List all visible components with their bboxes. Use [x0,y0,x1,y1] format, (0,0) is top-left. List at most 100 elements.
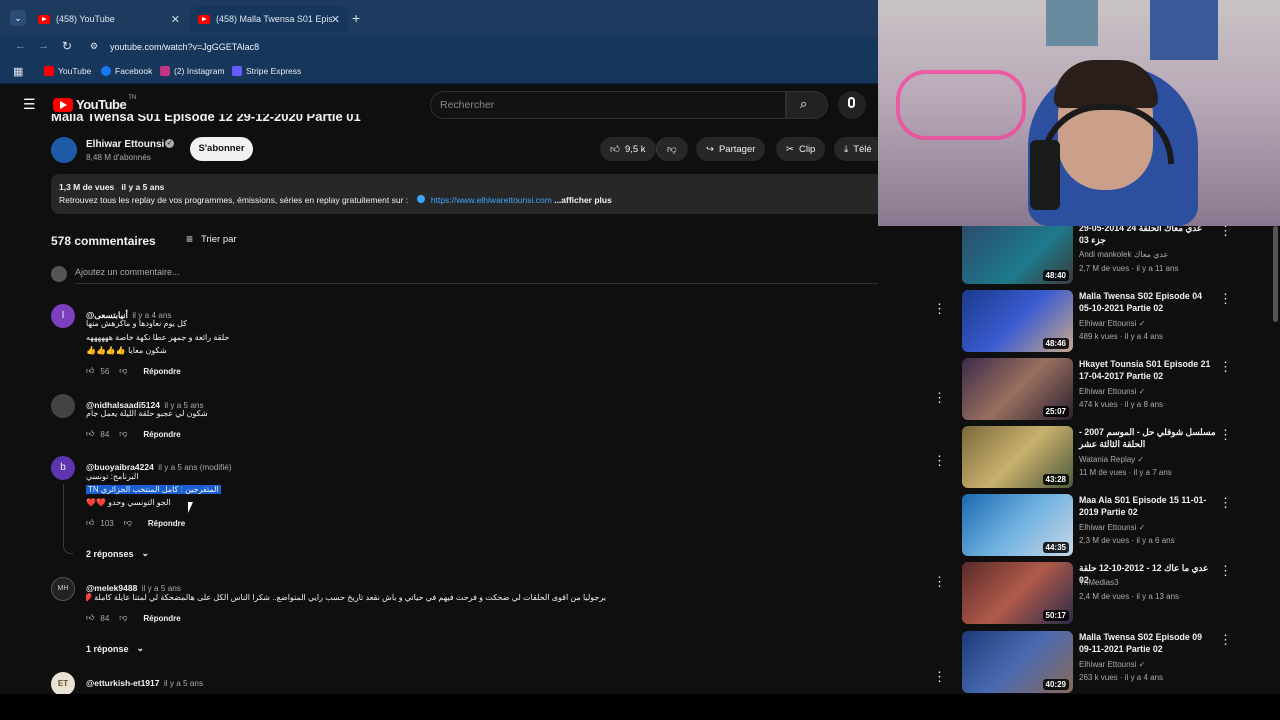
reply-button[interactable]: Répondre [148,519,185,528]
comment-more-icon[interactable] [933,390,946,406]
video-more-icon[interactable] [1219,632,1232,648]
scissors-icon: ✂ [786,143,794,155]
back-icon[interactable]: ← [15,40,26,52]
bookmark-youtube[interactable]: YouTube [44,66,91,76]
comment-avatar[interactable]: I [51,304,75,328]
voice-search-button[interactable] [838,91,866,119]
channel-avatar[interactable] [51,137,77,163]
video-thumbnail[interactable]: 50:17 [962,562,1073,624]
video-channel[interactable]: Elhiwar Ettounsi ✓ [1079,523,1145,532]
video-title: Malla Twensa S01 Episode 12 29-12-2020 P… [51,114,361,124]
video-thumbnail[interactable]: 25:07 [962,358,1073,420]
thumbs-down-icon: 👎︎ [667,144,677,155]
neon-light [896,70,1026,140]
url-field[interactable]: youtube.com/watch?v=JgGGETAlac8 [110,42,259,52]
dislike-button[interactable]: 👎︎ [656,137,688,161]
video-more-icon[interactable] [1219,563,1232,579]
comment-more-icon[interactable] [933,301,946,317]
thumbs-down-icon[interactable]: 👎︎ [119,366,127,376]
globe-icon [416,195,425,203]
thumbs-up-icon[interactable]: 👍︎ [86,429,94,439]
forward-icon[interactable]: → [38,40,49,52]
search-input[interactable]: Rechercher [430,91,786,119]
bookmark-facebook[interactable]: Facebook [101,66,152,76]
video-thumbnail[interactable]: 48:46 [962,290,1073,352]
bookmark-stripe[interactable]: Stripe Express [232,66,301,76]
video-title[interactable]: Malla Twensa S02 Episode 04 05-10-2021 P… [1079,290,1217,314]
thumbs-up-icon[interactable]: 👍︎ [86,613,94,623]
comment-author[interactable]: @buoyaibra4224 [86,462,154,472]
thumbs-up-icon[interactable]: 👍︎ [86,518,94,528]
comment-more-icon[interactable] [933,453,946,469]
thumbs-down-icon[interactable]: 👎︎ [119,613,127,623]
video-channel[interactable]: Elhiwar Ettounsi ✓ [1079,660,1145,669]
replies-toggle[interactable]: 1 réponse ⌄ [86,643,144,654]
comment-avatar[interactable]: ET [51,672,75,696]
apps-grid-icon[interactable]: ▦ [13,65,23,78]
browser-tab-active[interactable]: (458) Malla Twensa S01 Episod ✕ [190,6,348,32]
subscribe-button[interactable]: S'abonner [190,137,253,161]
video-channel[interactable]: Elhiwar Ettounsi ✓ [1079,319,1145,328]
video-title[interactable]: Hkayet Tounsia S01 Episode 21 17-04-2017… [1079,358,1217,382]
comment-line: الجو التونسي وحدو ❤️❤️ [86,498,171,507]
comment-time[interactable]: il y a 5 ans (modifié) [158,463,231,472]
reply-button[interactable]: Répondre [143,614,180,623]
tab-list-button[interactable]: ⌄ [10,10,26,26]
verified-icon: ✓ [1138,319,1146,328]
new-tab-button[interactable]: + [352,10,360,26]
youtube-logo[interactable]: YouTube TN [53,95,136,112]
video-title[interactable]: Maa Ala S01 Episode 15 11-01-2019 Partie… [1079,494,1217,518]
reload-icon[interactable]: ↻ [62,39,72,53]
close-tab-icon[interactable]: ✕ [331,13,340,26]
comment-avatar[interactable]: b [51,456,75,480]
video-channel[interactable]: Watania Replay ✓ [1079,455,1144,464]
video-more-icon[interactable] [1219,291,1232,307]
reply-button[interactable]: Répondre [143,430,180,439]
comment-time[interactable]: il y a 5 ans [142,584,181,593]
description-link[interactable]: https://www.elhiwarettounsi.com [431,195,552,205]
video-title[interactable]: مسلسل شوفلي حل - الموسم 2007 - الحلقة ال… [1079,426,1217,450]
download-button[interactable]: ⤓ Télé [834,137,878,161]
search-button[interactable]: ⌕ [786,91,828,119]
video-more-icon[interactable] [1219,359,1232,375]
share-button[interactable]: ↪ Partager [696,137,766,161]
description-box[interactable]: 1,3 M de vues il y a 5 ans Retrouvez tou… [51,174,878,214]
channel-name[interactable]: Elhiwar Ettounsi [86,139,164,150]
comment-author[interactable]: @melek9488 [86,583,137,593]
site-info-icon[interactable]: ⚙ [90,41,98,52]
video-more-icon[interactable] [1219,427,1232,443]
video-title[interactable]: Malla Twensa S02 Episode 09 09-11-2021 P… [1079,631,1217,655]
sort-button[interactable]: ≡ Trier par [186,232,237,246]
video-thumbnail[interactable]: 44:35 [962,494,1073,556]
replies-toggle[interactable]: 2 réponses ⌄ [86,548,149,559]
browser-tab-youtube[interactable]: (458) YouTube ✕ [30,6,188,32]
tab-label: (458) YouTube [56,14,115,24]
verified-icon: ✓ [1138,660,1146,669]
thumbs-up-icon[interactable]: 👍︎ [86,366,94,376]
comment-avatar[interactable]: MH [51,577,75,601]
thumbs-down-icon[interactable]: 👎︎ [124,518,132,528]
video-thumbnail[interactable]: 40:29 [962,631,1073,693]
video-channel[interactable]: TnMedias3 [1079,578,1119,587]
video-more-icon[interactable] [1219,223,1232,239]
reply-button[interactable]: Répondre [143,367,180,376]
close-tab-icon[interactable]: ✕ [171,13,180,26]
show-more-link[interactable]: ...afficher plus [554,195,612,205]
like-button[interactable]: 👍︎ 9,5 k [600,137,656,161]
clip-button[interactable]: ✂ Clip [776,137,826,161]
comment-more-icon[interactable] [933,669,946,685]
thumbs-down-icon[interactable]: 👎︎ [119,429,127,439]
add-comment-input[interactable]: Ajoutez un commentaire... [75,267,180,277]
video-channel[interactable]: Elhiwar Ettounsi ✓ [1079,387,1145,396]
video-thumbnail[interactable]: 43:28 [962,426,1073,488]
bookmark-instagram[interactable]: (2) Instagram [160,66,225,76]
comment-time[interactable]: il y a 5 ans [164,679,203,688]
video-thumbnail[interactable]: 48:40 [962,222,1073,284]
page-scrollbar[interactable] [1273,226,1278,322]
video-channel[interactable]: Andi mankolek عدي معاك [1079,250,1168,259]
menu-icon[interactable]: ☰ [23,96,36,113]
comment-more-icon[interactable] [933,574,946,590]
comment-avatar[interactable] [51,394,75,418]
video-more-icon[interactable] [1219,495,1232,511]
comment-author[interactable]: @etturkish-et1917 [86,678,159,688]
